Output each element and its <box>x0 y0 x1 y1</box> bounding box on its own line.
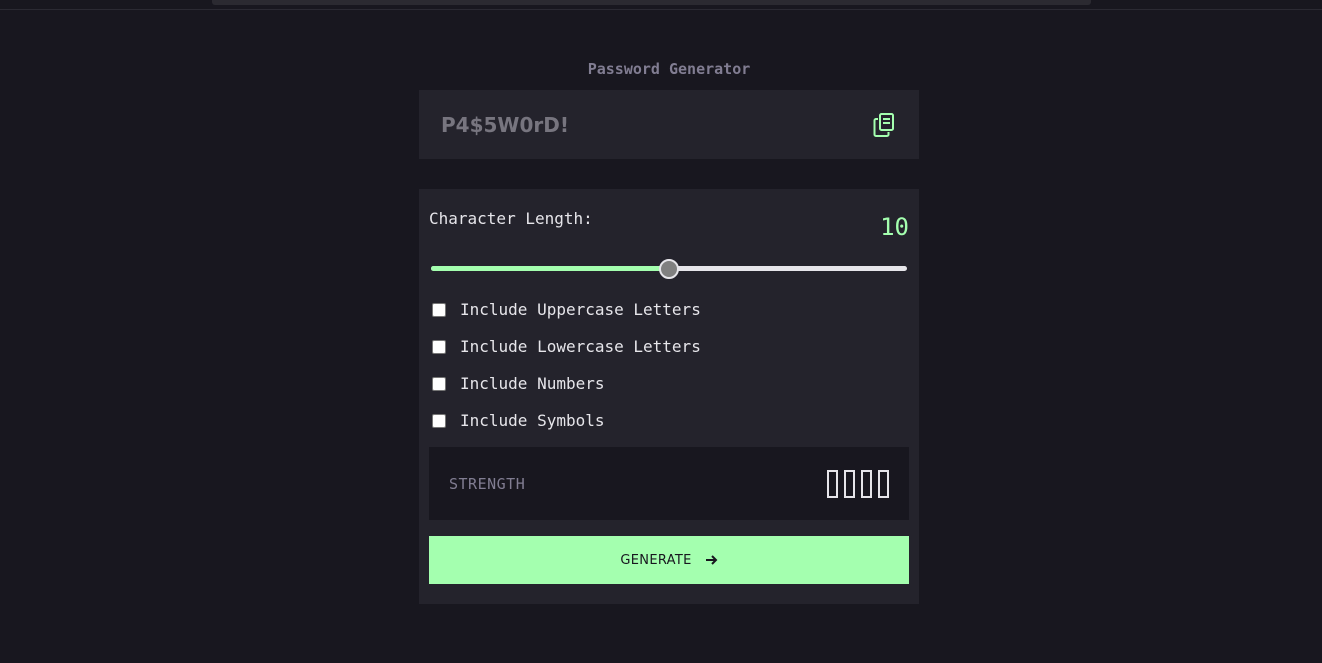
strength-bars <box>827 469 889 498</box>
numbers-checkbox[interactable] <box>432 377 446 391</box>
generate-button[interactable]: GENERATE <box>429 536 909 584</box>
page-title: Password Generator <box>587 60 751 78</box>
generate-label: GENERATE <box>620 552 692 568</box>
password-text: P4$5W0rD! <box>441 112 569 137</box>
strength-meter: STRENGTH <box>429 447 909 520</box>
uppercase-checkbox[interactable] <box>432 303 446 317</box>
option-label: Include Symbols <box>460 411 605 430</box>
option-symbols[interactable]: Include Symbols <box>432 411 605 431</box>
strength-bar <box>878 469 889 498</box>
length-slider[interactable] <box>431 259 907 279</box>
strength-bar <box>861 469 872 498</box>
arrow-right-icon <box>705 554 718 566</box>
option-label: Include Uppercase Letters <box>460 300 701 319</box>
option-label: Include Numbers <box>460 374 605 393</box>
option-numbers[interactable]: Include Numbers <box>432 374 605 394</box>
strength-bar <box>844 469 855 498</box>
strength-label: STRENGTH <box>449 474 526 493</box>
slider-fill <box>431 266 669 271</box>
option-lowercase[interactable]: Include Lowercase Letters <box>432 337 701 357</box>
option-uppercase[interactable]: Include Uppercase Letters <box>432 300 701 320</box>
lowercase-checkbox[interactable] <box>432 340 446 354</box>
browser-address-strip <box>212 0 1091 5</box>
character-length-label: Character Length: <box>429 209 593 228</box>
character-length-value: 10 <box>880 213 909 241</box>
option-label: Include Lowercase Letters <box>460 337 701 356</box>
symbols-checkbox[interactable] <box>432 414 446 428</box>
password-display: P4$5W0rD! <box>419 90 919 159</box>
slider-thumb[interactable] <box>659 259 679 279</box>
copy-icon[interactable] <box>871 112 897 138</box>
strength-bar <box>827 469 838 498</box>
generator-panel: Character Length: 10 Include Uppercase L… <box>419 189 919 604</box>
browser-top-bar <box>0 0 1322 10</box>
